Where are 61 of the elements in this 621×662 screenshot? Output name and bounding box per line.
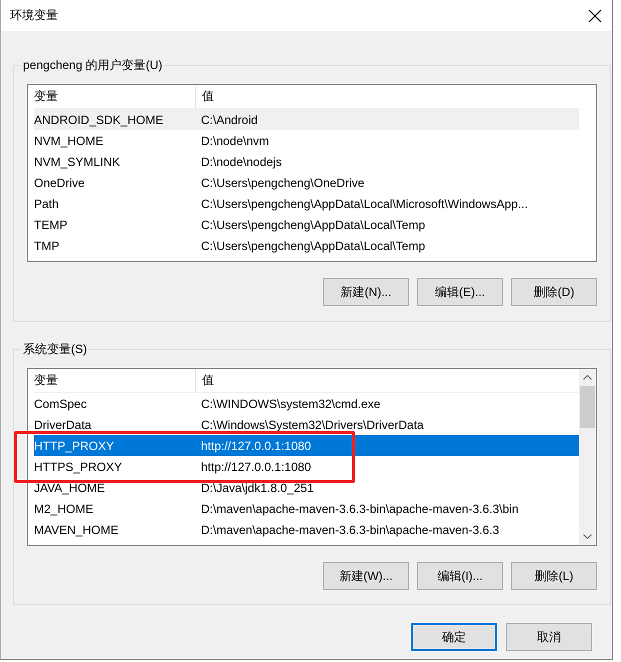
dialog-button[interactable]: 取消 bbox=[506, 623, 592, 651]
variable-name: Path bbox=[34, 196, 60, 210]
variable-value: C:\Windows\System32\Drivers\DriverData bbox=[200, 418, 425, 432]
variable-row[interactable]: MAVEN_HOME D:\maven\apache-maven-3.6.3-bin\apache-maven-3.6.3 bbox=[34, 519, 579, 540]
variable-row[interactable]: DriverData C:\Windows\System32\Drivers\DriverData bbox=[34, 414, 579, 435]
variable-name: M2_HOME bbox=[34, 502, 94, 516]
variable-name: OneDrive bbox=[34, 176, 86, 190]
variable-value: C:\WINDOWS\system32\cmd.exe bbox=[200, 396, 382, 410]
variable-name: NVM_HOME bbox=[34, 134, 104, 148]
variable-name: TEMP bbox=[34, 218, 68, 232]
variable-value: D:\node\nodejs bbox=[200, 154, 283, 168]
variable-value: D:\maven\apache-maven-3.6.3-bin\apache-maven-3.6.3\bin bbox=[200, 502, 520, 516]
variable-row[interactable]: TMP C:\Users\pengcheng\AppData\Local\Temp bbox=[34, 235, 579, 256]
column-header[interactable]: 变量 bbox=[34, 369, 196, 392]
variable-row[interactable]: ComSpec C:\WINDOWS\system32\cmd.exe bbox=[34, 393, 579, 414]
variable-name: HTTPS_PROXY bbox=[34, 460, 124, 474]
variable-name: ANDROID_SDK_HOME bbox=[34, 112, 164, 126]
column-header[interactable]: 值 bbox=[196, 369, 579, 392]
variable-value: C:\Android bbox=[200, 112, 259, 126]
variable-value: C:\Users\pengcheng\OneDrive bbox=[200, 176, 366, 190]
variable-name: HTTP_PROXY bbox=[34, 438, 116, 452]
scroll-up-icon[interactable] bbox=[583, 375, 592, 380]
variable-value: C:\Users\pengcheng\AppData\Local\Microsoft\WindowsApp... bbox=[200, 196, 529, 210]
variable-name: NVM_SYMLINK bbox=[34, 154, 122, 168]
window-title: 环境变量 bbox=[10, 7, 58, 24]
variable-row[interactable]: ANDROID_SDK_HOME C:\Android bbox=[34, 109, 579, 130]
list-button[interactable]: 删除(L) bbox=[511, 562, 597, 590]
variable-value: http://127.0.0.1:1080 bbox=[200, 460, 312, 474]
variable-row[interactable]: M2_HOME D:\maven\apache-maven-3.6.3-bin\apache-maven-3.6.3\bin bbox=[34, 498, 579, 519]
list-button[interactable]: 新建(N)... bbox=[323, 278, 409, 306]
variable-name: JAVA_HOME bbox=[34, 480, 106, 494]
group-label: 系统变量(S) bbox=[21, 341, 89, 357]
variable-row[interactable]: Path C:\Users\pengcheng\AppData\Local\Microsoft\WindowsApp... bbox=[34, 193, 579, 214]
column-header[interactable]: 值 bbox=[196, 85, 579, 108]
list-button[interactable]: 新建(W)... bbox=[323, 562, 409, 590]
variable-row[interactable]: TEMP C:\Users\pengcheng\AppData\Local\Temp bbox=[34, 214, 579, 235]
variable-value: C:\Users\pengcheng\AppData\Local\Temp bbox=[200, 218, 426, 232]
variable-name: TMP bbox=[34, 238, 60, 252]
dialog-button[interactable]: 确定 bbox=[411, 623, 497, 651]
variable-row[interactable]: OneDrive C:\Users\pengcheng\OneDrive bbox=[34, 172, 579, 193]
scrollbar-thumb[interactable] bbox=[580, 386, 595, 428]
variable-value: D:\Java\jdk1.8.0_251 bbox=[200, 480, 315, 494]
variable-value: D:\node\nvm bbox=[200, 134, 270, 148]
scroll-down-icon[interactable] bbox=[583, 534, 592, 539]
column-header[interactable]: 变量 bbox=[34, 85, 196, 108]
variable-name: ComSpec bbox=[34, 396, 88, 410]
list-button[interactable]: 编辑(E)... bbox=[417, 278, 503, 306]
variable-value: http://127.0.0.1:1080 bbox=[200, 438, 312, 452]
close-icon[interactable] bbox=[588, 8, 602, 22]
variable-name: MAVEN_HOME bbox=[34, 522, 120, 536]
variable-value: D:\maven\apache-maven-3.6.3-bin\apache-maven-3.6.3 bbox=[200, 522, 500, 536]
variable-value: C:\Users\pengcheng\AppData\Local\Temp bbox=[200, 238, 426, 252]
list-button[interactable]: 删除(D) bbox=[511, 278, 597, 306]
variable-name: DriverData bbox=[34, 418, 92, 432]
group-label: pengcheng 的用户变量(U) bbox=[21, 57, 164, 73]
variable-row[interactable]: HTTPS_PROXY http://127.0.0.1:1080 bbox=[34, 456, 579, 477]
variable-row[interactable]: HTTP_PROXY http://127.0.0.1:1080 bbox=[34, 435, 579, 456]
variable-row[interactable]: JAVA_HOME D:\Java\jdk1.8.0_251 bbox=[34, 477, 579, 498]
variable-row[interactable]: NVM_SYMLINK D:\node\nodejs bbox=[34, 151, 579, 172]
list-button[interactable]: 编辑(I)... bbox=[417, 562, 503, 590]
variable-row[interactable]: NVM_HOME D:\node\nvm bbox=[34, 130, 579, 151]
